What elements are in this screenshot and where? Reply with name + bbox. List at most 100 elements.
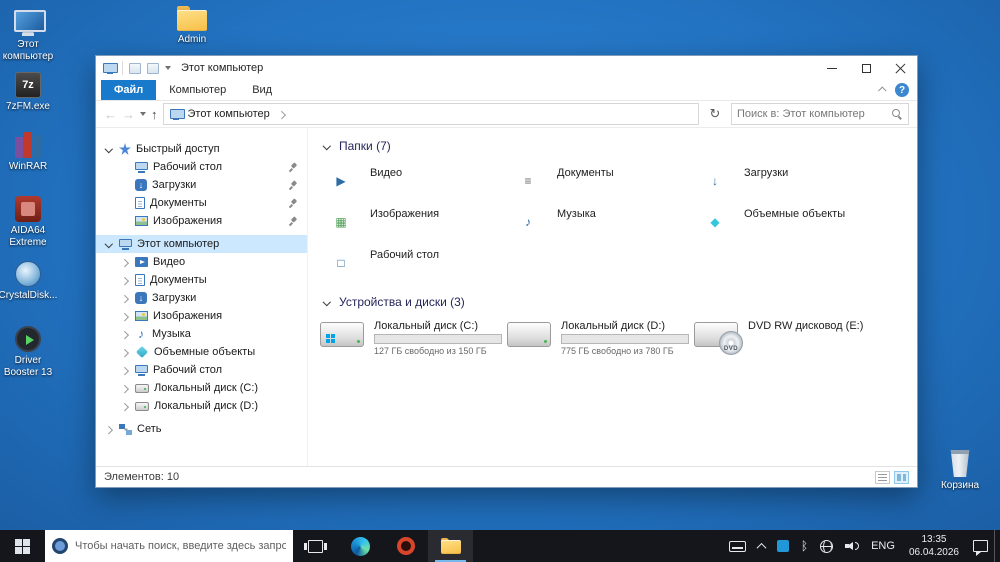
recent-locations-chevron-icon[interactable] bbox=[140, 112, 146, 116]
volume-button[interactable] bbox=[839, 530, 865, 562]
help-icon[interactable] bbox=[895, 83, 909, 97]
tab-computer[interactable]: Компьютер bbox=[156, 80, 239, 100]
minimize-ribbon-chevron-icon[interactable] bbox=[878, 86, 887, 95]
maximize-button[interactable] bbox=[849, 56, 883, 80]
language-indicator[interactable]: ENG bbox=[865, 530, 901, 562]
chevron-down-icon[interactable] bbox=[320, 140, 332, 152]
window-app-icon bbox=[103, 62, 118, 74]
taskbar-app-file-explorer[interactable] bbox=[428, 530, 473, 562]
details-view-button[interactable] bbox=[875, 470, 890, 484]
refresh-button[interactable]: ↻ bbox=[704, 103, 726, 125]
properties-icon[interactable] bbox=[129, 62, 141, 74]
pin-icon bbox=[288, 198, 298, 208]
explorer-search-box[interactable] bbox=[731, 103, 909, 125]
sidebar-item-downloads-pinned[interactable]: Загрузки bbox=[96, 176, 307, 194]
chevron-down-icon[interactable] bbox=[320, 296, 332, 308]
sidebar-item-quick-access[interactable]: Быстрый доступ bbox=[96, 140, 307, 158]
chevron-right-icon[interactable] bbox=[275, 108, 287, 120]
desktop-icon-label: Driver Booster 13 bbox=[3, 355, 53, 378]
desktop-icon-driver-booster[interactable]: Driver Booster 13 bbox=[0, 326, 59, 378]
downloads-icon bbox=[135, 179, 147, 191]
folder-tile-documents[interactable]: Документы bbox=[505, 160, 687, 198]
tab-view[interactable]: Вид bbox=[239, 80, 285, 100]
group-header-folders[interactable]: Папки (7) bbox=[320, 136, 917, 156]
chevron-down-icon[interactable] bbox=[102, 143, 114, 155]
taskbar-search-input[interactable] bbox=[75, 540, 286, 552]
chevron-right-icon[interactable] bbox=[118, 274, 130, 286]
taskbar-clock[interactable]: 13:35 06.04.2026 bbox=[901, 533, 967, 559]
start-button[interactable] bbox=[0, 530, 45, 562]
chevron-right-icon[interactable] bbox=[118, 328, 130, 340]
desktop-icon-label: 7zFM.exe bbox=[6, 101, 50, 112]
taskbar-app-browser[interactable] bbox=[383, 530, 428, 562]
folder-tile-3d-objects[interactable]: Объемные объекты bbox=[692, 201, 874, 239]
desktop-icon-winrar[interactable]: WinRAR bbox=[0, 132, 59, 173]
chevron-right-icon[interactable] bbox=[118, 310, 130, 322]
sidebar-item-pictures[interactable]: Изображения bbox=[96, 307, 307, 325]
computer-icon bbox=[119, 238, 132, 250]
group-header-devices[interactable]: Устройства и диски (3) bbox=[320, 292, 917, 312]
sidebar-item-music[interactable]: Музыка bbox=[96, 325, 307, 343]
sidebar-item-network[interactable]: Сеть bbox=[96, 420, 307, 438]
sidebar-item-videos[interactable]: Видео bbox=[96, 253, 307, 271]
explorer-search-input[interactable] bbox=[737, 108, 888, 120]
back-button[interactable]: ← bbox=[104, 108, 117, 121]
chevron-right-icon[interactable] bbox=[118, 346, 130, 358]
desktop-icon-admin-folder[interactable]: Admin bbox=[161, 6, 223, 46]
tab-file[interactable]: Файл bbox=[101, 80, 157, 100]
task-view-button[interactable] bbox=[293, 530, 338, 562]
desktop-icon-crystaldisk[interactable]: CrystalDisk... bbox=[0, 261, 59, 302]
chevron-right-icon[interactable] bbox=[118, 400, 130, 412]
sidebar-item-documents[interactable]: Документы bbox=[96, 271, 307, 289]
maximize-icon bbox=[861, 63, 871, 73]
drive-tile-dvd[interactable]: DVD DVD RW дисковод (E:) bbox=[692, 316, 874, 360]
sidebar-item-local-disk-d[interactable]: Локальный диск (D:) bbox=[96, 397, 307, 415]
sidebar-item-this-pc[interactable]: Этот компьютер bbox=[96, 235, 307, 253]
chevron-right-icon[interactable] bbox=[118, 292, 130, 304]
chevron-down-icon[interactable] bbox=[102, 238, 114, 250]
desktop-icon-this-pc[interactable]: Этот компьютер bbox=[0, 10, 59, 62]
desktop-icon-recycle-bin[interactable]: Корзина bbox=[929, 450, 991, 492]
show-desktop-button[interactable] bbox=[994, 530, 1000, 562]
breadcrumb[interactable]: Этот компьютер bbox=[188, 108, 270, 120]
up-button[interactable]: ↑ bbox=[151, 108, 158, 121]
tray-app-button[interactable] bbox=[771, 530, 795, 562]
sidebar-item-local-disk-c[interactable]: Локальный диск (C:) bbox=[96, 379, 307, 397]
network-button[interactable] bbox=[814, 530, 839, 562]
touch-keyboard-button[interactable] bbox=[723, 530, 752, 562]
customize-toolbar-chevron-icon[interactable] bbox=[165, 66, 171, 70]
taskbar: ᛒ ENG 13:35 06.04.2026 bbox=[0, 530, 1000, 562]
action-center-button[interactable] bbox=[967, 530, 994, 562]
sidebar-item-downloads[interactable]: Загрузки bbox=[96, 289, 307, 307]
taskbar-app-edge[interactable] bbox=[338, 530, 383, 562]
taskbar-search-box[interactable] bbox=[45, 530, 293, 562]
forward-button[interactable]: → bbox=[122, 108, 135, 121]
title-bar[interactable]: Этот компьютер bbox=[96, 56, 917, 80]
bluetooth-button[interactable]: ᛒ bbox=[795, 530, 814, 562]
folder-tile-desktop[interactable]: Рабочий стол bbox=[318, 242, 500, 280]
address-box[interactable]: Этот компьютер bbox=[162, 103, 699, 125]
hidden-icons-button[interactable] bbox=[752, 530, 771, 562]
folder-tile-videos[interactable]: Видео bbox=[318, 160, 500, 198]
chevron-right-icon[interactable] bbox=[118, 364, 130, 376]
sidebar-item-desktop[interactable]: Рабочий стол bbox=[96, 361, 307, 379]
folder-tile-pictures[interactable]: Изображения bbox=[318, 201, 500, 239]
large-icons-view-button[interactable] bbox=[894, 470, 909, 484]
close-button[interactable] bbox=[883, 56, 917, 80]
drive-tile-d[interactable]: Локальный диск (D:) 775 ГБ свободно из 7… bbox=[505, 316, 689, 360]
sidebar-item-pictures-pinned[interactable]: Изображения bbox=[96, 212, 307, 230]
drive-tile-c[interactable]: Локальный диск (C:) 127 ГБ свободно из 1… bbox=[318, 316, 502, 360]
sidebar-item-3d-objects[interactable]: Объемные объекты bbox=[96, 343, 307, 361]
new-folder-icon[interactable] bbox=[147, 62, 159, 74]
minimize-button[interactable] bbox=[815, 56, 849, 80]
desktop-icon-aida64[interactable]: AIDA64 Extreme bbox=[0, 196, 59, 248]
address-bar: ← → ↑ Этот компьютер ↻ bbox=[96, 101, 917, 128]
desktop-icon-7zip[interactable]: 7z 7zFM.exe bbox=[0, 72, 59, 113]
sidebar-item-documents-pinned[interactable]: Документы bbox=[96, 194, 307, 212]
chevron-right-icon[interactable] bbox=[118, 256, 130, 268]
sidebar-item-desktop-pinned[interactable]: Рабочий стол bbox=[96, 158, 307, 176]
folder-tile-music[interactable]: Музыка bbox=[505, 201, 687, 239]
chevron-right-icon[interactable] bbox=[118, 382, 130, 394]
folder-tile-downloads[interactable]: Загрузки bbox=[692, 160, 874, 198]
chevron-right-icon[interactable] bbox=[102, 423, 114, 435]
